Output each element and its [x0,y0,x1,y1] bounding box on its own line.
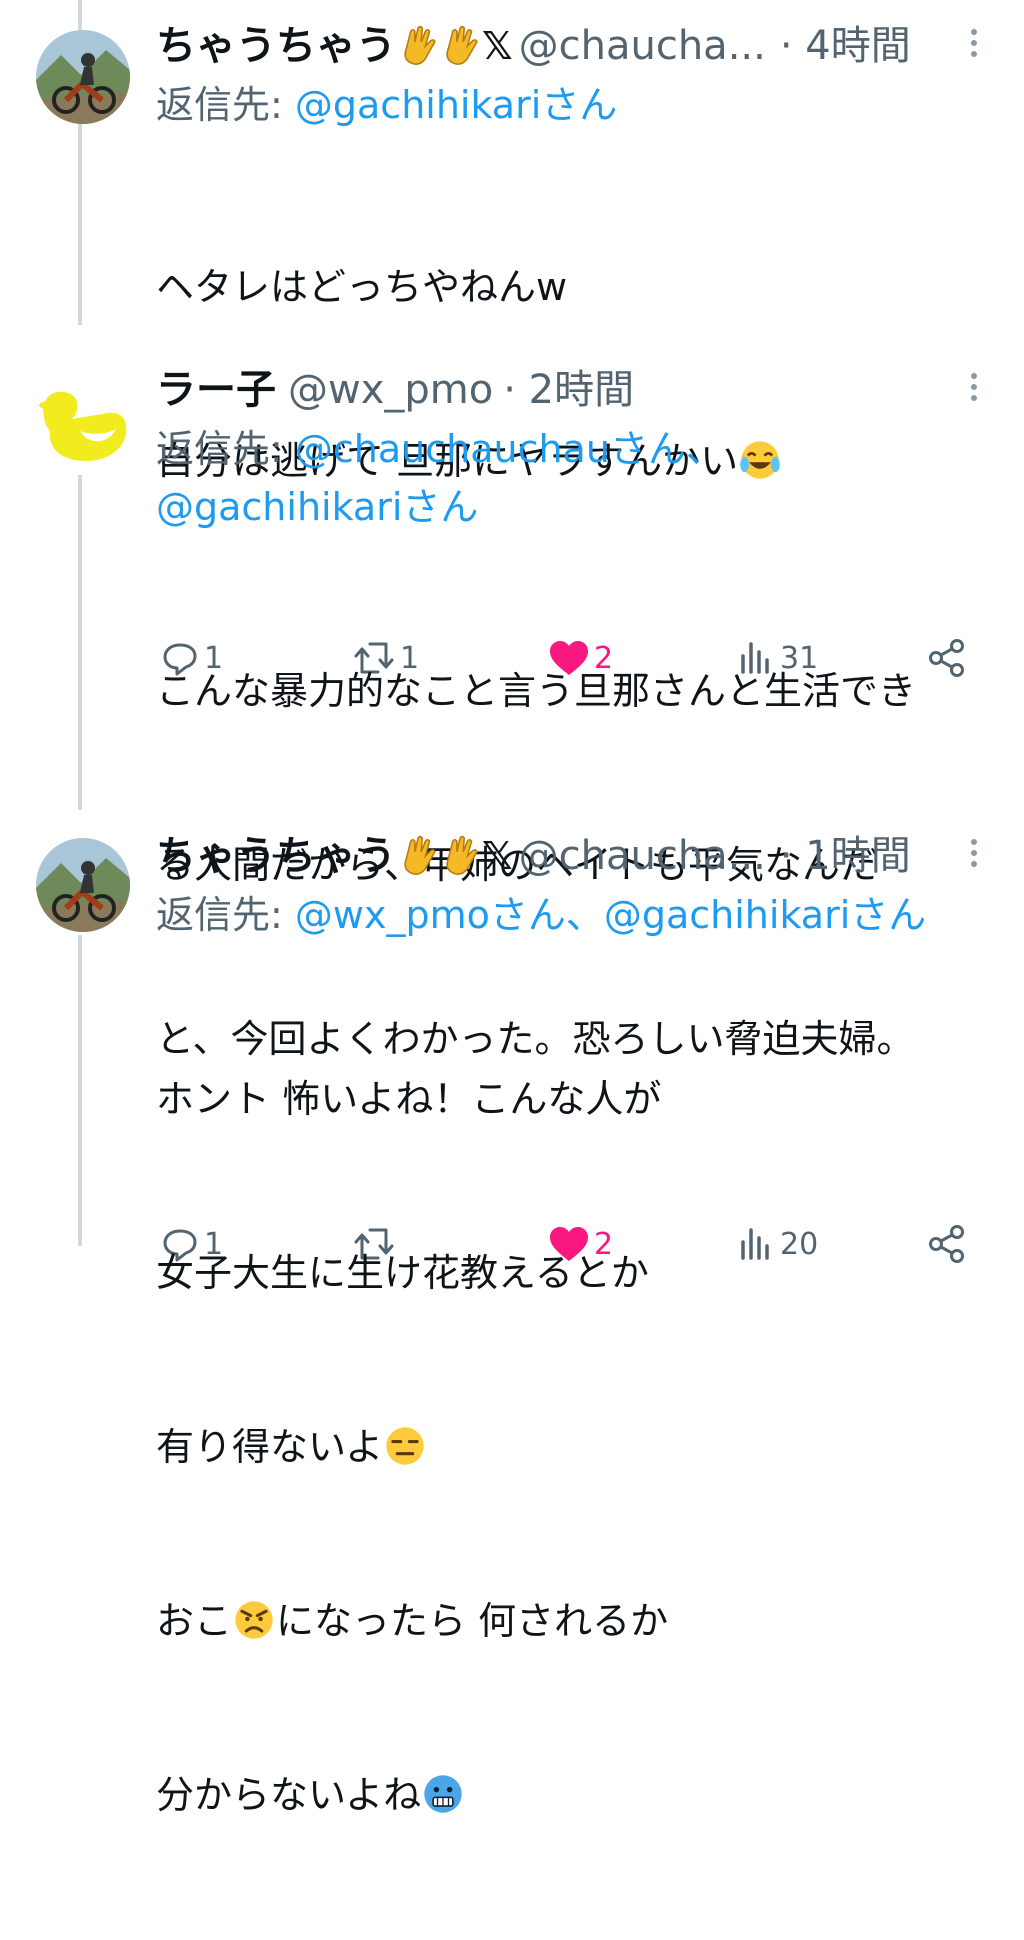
reply-prefix: 返信先: [156,893,295,937]
reply-context: 返信先: @gachihikariさん [156,76,984,134]
mention-link[interactable]: @gachihikariさん [295,83,617,127]
reply-prefix: 返信先: [156,427,295,471]
tweet-text-line: 分からないよね [156,1766,984,1824]
avatar[interactable] [36,30,130,124]
cold-face-icon [424,1775,462,1813]
tweet-text-span: 分からないよね [156,1773,422,1817]
tweet-header: ちゃうちゃう 𝕏 @chaucha... · 1時間 [156,826,984,886]
reply-context: 返信先: @chauchauchauさん、 @gachihikariさん [156,420,984,536]
user-handle[interactable]: @wx_pmo [288,360,493,420]
display-name[interactable]: ラー子 [156,360,276,420]
mention-link[interactable]: @chauchauchauさん、 [295,427,724,471]
angry-face-icon [235,1601,273,1639]
thread-line [78,475,82,810]
timestamp[interactable]: · 2時間 [503,360,634,420]
timestamp[interactable]: · 4時間 [780,16,911,76]
thread-line [78,935,82,1246]
x-logo-icon: 𝕏 [482,24,513,68]
waving-hand-icon [446,835,478,875]
more-options-icon[interactable] [964,24,984,62]
tweet-text-line: ホント 怖いよね！こんな人が [156,1077,662,1121]
x-logo-icon: 𝕏 [482,834,513,878]
display-name[interactable]: ちゃうちゃう [156,826,396,886]
tweet-text: ホント 怖いよね！こんな人が 女子大生に生け花教えるとか 有り得ないよ おこ にな… [156,954,984,1940]
tweet-text-line: 有り得ないよ [156,1418,984,1476]
expressionless-icon [386,1427,424,1465]
user-handle[interactable]: @chaucha... [519,826,766,886]
tweet-text-span: 有り得ないよ [156,1425,384,1469]
mention-link[interactable]: @gachihikariさん [604,893,926,937]
tweet-text-line: 女子大生に生け花教えるとか [156,1251,649,1295]
tweet-header: ちゃうちゃう 𝕏 @chaucha... · 4時間 [156,16,984,76]
reply-prefix: 返信先: [156,83,295,127]
waving-hand-icon [404,25,436,65]
tweet-text-line: ヘタレはどっちやねんw [156,265,568,309]
tweet-text-line: こんな暴力的なこと言う旦那さんと生活でき [156,669,917,713]
tweet[interactable]: ちゃうちゃう 𝕏 @chaucha... · 1時間 返信先: @wx_pmoさ… [156,826,984,1940]
display-name[interactable]: ちゃうちゃう [156,16,396,76]
tweet-text-span: おこ [156,1599,233,1643]
mention-link[interactable]: @gachihikariさん [156,485,478,529]
tweet-header: ラー子 @wx_pmo · 2時間 [156,360,984,420]
timestamp[interactable]: · 1時間 [780,826,911,886]
waving-hand-icon [446,25,478,65]
reply-context: 返信先: @wx_pmoさん、@gachihikariさん [156,886,984,944]
more-options-icon[interactable] [964,368,984,406]
more-options-icon[interactable] [964,834,984,872]
user-handle[interactable]: @chaucha... [519,16,766,76]
waving-hand-icon [404,835,436,875]
avatar[interactable] [36,838,130,932]
avatar[interactable] [36,375,130,469]
tweet-text-line: おこ になったら 何されるか [156,1592,984,1650]
mention-link[interactable]: @wx_pmoさん、 [295,893,604,937]
tweet-text-span: になったら 何されるか [276,1599,669,1643]
